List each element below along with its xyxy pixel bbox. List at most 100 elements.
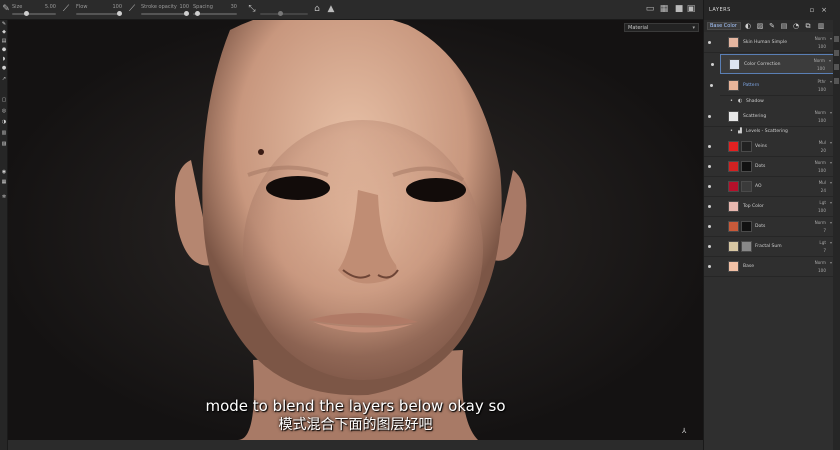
blend-mode[interactable]: Norm [815, 36, 826, 41]
layer-row[interactable]: Skin Human Simple Norm 100 ▾ [704, 33, 834, 53]
help-icon[interactable]: ◉ [1, 170, 7, 175]
layer-row[interactable]: Scattering Norm 100 ▾ [704, 107, 834, 127]
eraser-tool-icon[interactable]: ◆ [1, 30, 7, 35]
channel-select[interactable]: Base Color [707, 22, 741, 30]
chevron-down-icon[interactable]: ▾ [830, 220, 832, 225]
visibility-eye-icon[interactable] [708, 165, 711, 168]
layer-opacity[interactable]: 100 [817, 66, 825, 71]
stroke-opacity-knob[interactable] [184, 11, 189, 16]
layer-row[interactable]: Base Norm 100 ▾ [704, 257, 834, 277]
display-icon[interactable]: ◑ [1, 120, 7, 125]
layer-opacity[interactable]: 24 [821, 188, 826, 193]
pen-pressure-icon[interactable]: ⟋ [127, 4, 137, 14]
flow-knob[interactable] [117, 11, 122, 16]
layer-row-selected[interactable]: Color Correction Norm 100 ▾ [711, 54, 834, 74]
image-icon[interactable]: ▦ [659, 4, 669, 14]
layer-opacity[interactable]: 100 [818, 208, 826, 213]
blend-mode[interactable]: Norm [815, 220, 826, 225]
visibility-eye-icon[interactable]: • [730, 99, 735, 104]
projection-tool-icon[interactable]: ▤ [1, 39, 7, 44]
layer-opacity[interactable]: 20 [821, 148, 826, 153]
chevron-down-icon[interactable]: ▾ [830, 240, 832, 245]
layer-row[interactable]: Top Color Lgt 100 ▾ [704, 197, 834, 217]
textures-tab-icon[interactable] [834, 50, 839, 56]
chevron-down-icon[interactable]: ▾ [829, 58, 831, 63]
3d-viewport[interactable]: Material ▾ [8, 20, 703, 440]
visibility-eye-icon[interactable] [708, 115, 711, 118]
chevron-down-icon[interactable]: ▾ [830, 200, 832, 205]
chevron-down-icon[interactable]: ▾ [830, 110, 832, 115]
blend-mode[interactable]: Lgt [819, 200, 826, 205]
material-icon[interactable]: ◎ [1, 109, 7, 114]
visibility-eye-icon[interactable]: • [730, 129, 735, 134]
polygon-fill-icon[interactable]: ⬣ [1, 48, 7, 53]
chevron-down-icon[interactable]: ▾ [830, 140, 832, 145]
add-fill-layer-icon[interactable]: ▤ [780, 22, 788, 30]
visibility-eye-icon[interactable] [708, 245, 711, 248]
layer-row[interactable]: Dots Norm 100 ▾ [704, 157, 834, 177]
add-effect-icon[interactable]: ◐ [744, 22, 752, 30]
chevron-down-icon[interactable]: ▾ [830, 160, 832, 165]
visibility-eye-icon[interactable] [708, 265, 711, 268]
visibility-eye-icon[interactable] [708, 41, 711, 44]
layer-opacity[interactable]: 7 [823, 248, 826, 253]
close-icon[interactable]: × [820, 6, 828, 14]
smudge-tool-icon[interactable]: ◗ [1, 57, 7, 62]
blend-mode[interactable]: Norm [815, 260, 826, 265]
visibility-eye-icon[interactable] [708, 145, 711, 148]
pen-pressure-icon[interactable]: ⟋ [61, 4, 71, 14]
layer-row[interactable]: Veins Mul 20 ▾ [704, 137, 834, 157]
float-icon[interactable]: ▫ [808, 6, 816, 14]
stroke-opacity-slider[interactable]: Stroke opacity 100 [141, 2, 189, 18]
add-paint-layer-icon[interactable]: ✎ [768, 22, 776, 30]
camera-icon[interactable]: ■ [674, 4, 684, 14]
picker-tool-icon[interactable]: ↗ [1, 77, 7, 82]
layer-opacity[interactable]: 100 [818, 268, 826, 273]
symmetry-icon[interactable]: ⌂ [312, 4, 322, 14]
duplicate-icon[interactable]: ⧉ [804, 22, 812, 30]
export-icon[interactable]: ▥ [1, 131, 7, 136]
size-slider[interactable]: Size 5.00 [12, 2, 56, 18]
render-icon[interactable]: ▣ [686, 4, 696, 14]
layer-opacity[interactable]: 100 [818, 87, 826, 92]
brush-preset-icon[interactable]: ▲ [326, 4, 336, 14]
visibility-eye-icon[interactable] [708, 225, 711, 228]
blend-mode[interactable]: Norm [815, 110, 826, 115]
layer-row[interactable]: Dots Norm 7 ▾ [704, 217, 834, 237]
paint-tool-icon[interactable]: ✎ [1, 22, 7, 27]
settings-icon[interactable]: ▨ [1, 142, 7, 147]
history-tab-icon[interactable] [834, 64, 839, 70]
chevron-down-icon[interactable]: ▾ [830, 79, 832, 84]
visibility-eye-icon[interactable] [710, 84, 713, 87]
layer-row[interactable]: Pattern Pthr 100 ▾ [710, 76, 834, 96]
delete-icon[interactable]: ▥ [817, 22, 825, 30]
chevron-down-icon[interactable]: ▾ [830, 260, 832, 265]
gear-icon[interactable]: ✲ [1, 195, 7, 200]
visibility-eye-icon[interactable] [708, 185, 711, 188]
frame-icon[interactable]: ▭ [645, 4, 655, 14]
lazy-slider[interactable] [260, 2, 308, 18]
lazy-knob[interactable] [278, 11, 283, 16]
add-mask-icon[interactable]: ▨ [756, 22, 764, 30]
blend-mode[interactable]: Norm [814, 58, 825, 63]
brush-icon[interactable]: ✎ [1, 4, 11, 14]
chevron-down-icon[interactable]: ▾ [830, 180, 832, 185]
blend-mode[interactable]: Pthr [817, 79, 826, 84]
layer-row[interactable]: AO Mul 24 ▾ [704, 177, 834, 197]
layer-row[interactable]: Fractal Sum Lgt 7 ▾ [704, 237, 834, 257]
blend-mode[interactable]: Norm [815, 160, 826, 165]
size-knob[interactable] [24, 11, 29, 16]
display-tab-icon[interactable] [834, 78, 839, 84]
layer-opacity[interactable]: 100 [818, 44, 826, 49]
flow-slider[interactable]: Flow 100 [76, 2, 122, 18]
effect-row-levels[interactable]: • ▟ Levels - Scattering [730, 127, 834, 137]
visibility-eye-icon[interactable] [708, 205, 711, 208]
add-folder-icon[interactable]: ◔ [792, 22, 800, 30]
blend-mode[interactable]: Lgt [819, 240, 826, 245]
clone-tool-icon[interactable]: ● [1, 66, 7, 71]
chevron-down-icon[interactable]: ▾ [830, 36, 832, 41]
blend-mode[interactable]: Mul [819, 140, 826, 145]
properties-tab-icon[interactable] [834, 36, 839, 42]
effect-row-shadow[interactable]: • ◐ Shadow [730, 97, 834, 107]
layout-icon[interactable]: ▦ [1, 180, 7, 185]
